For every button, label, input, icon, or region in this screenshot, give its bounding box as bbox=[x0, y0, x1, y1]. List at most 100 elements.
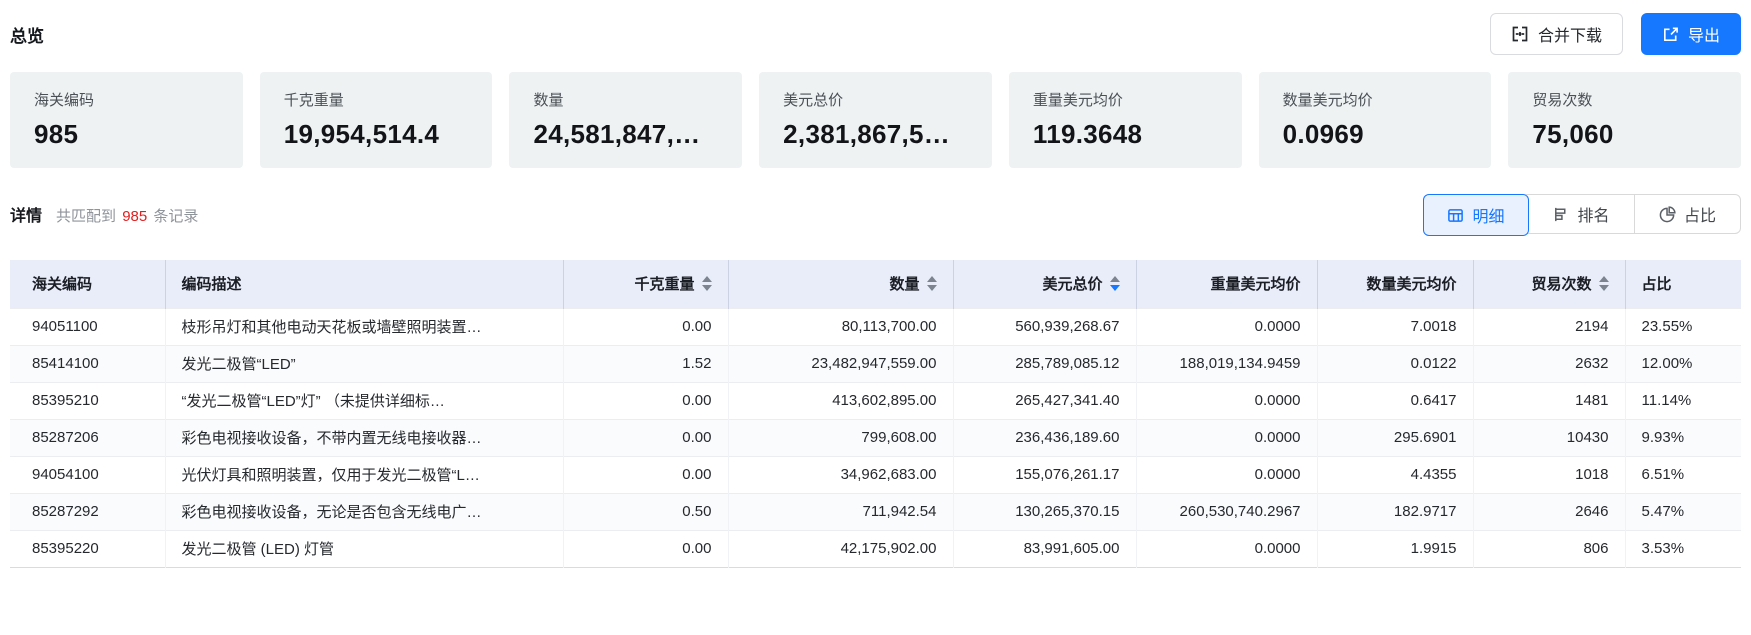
tab-ranking[interactable]: 排名 bbox=[1528, 195, 1634, 233]
page-title: 总览 bbox=[10, 22, 44, 47]
sort-asc-icon[interactable] bbox=[702, 276, 712, 282]
sort-asc-icon[interactable] bbox=[1599, 276, 1609, 282]
tab-proportion[interactable]: 占比 bbox=[1634, 195, 1740, 233]
match-suffix: 条记录 bbox=[153, 208, 198, 225]
sort-desc-icon[interactable] bbox=[702, 285, 712, 291]
table-row[interactable]: 85395210“发光二极管“LED”灯” （未提供详细标…0.00413,60… bbox=[10, 382, 1741, 419]
table-cell: 799,608.00 bbox=[728, 419, 953, 456]
column-header: 占比 bbox=[1625, 260, 1741, 308]
table-cell: 0.0000 bbox=[1136, 419, 1317, 456]
stat-value: 19,954,514.4 bbox=[284, 119, 469, 150]
column-header[interactable]: 美元总价 bbox=[953, 260, 1136, 308]
table-cell: 枝形吊灯和其他电动天花板或墙壁照明装置… bbox=[165, 308, 563, 345]
merge-cells-icon bbox=[1511, 25, 1529, 43]
stat-card-quantity: 数量 24,581,847,… bbox=[509, 72, 742, 168]
table-cell: 0.00 bbox=[563, 419, 728, 456]
stat-value: 119.3648 bbox=[1033, 119, 1218, 150]
tab-label: 排名 bbox=[1577, 202, 1609, 226]
pie-chart-icon bbox=[1659, 206, 1676, 223]
column-label: 数量 bbox=[889, 273, 919, 294]
table-cell: 彩色电视接收设备，无论是否包含无线电广… bbox=[165, 493, 563, 530]
column-header: 重量美元均价 bbox=[1136, 260, 1317, 308]
sort-carets[interactable] bbox=[1110, 276, 1120, 291]
table-cell: 34,962,683.00 bbox=[728, 456, 953, 493]
match-record-text: 共匹配到 985 条记录 bbox=[56, 205, 198, 226]
table-cell: 155,076,261.17 bbox=[953, 456, 1136, 493]
table-cell: 85287292 bbox=[10, 493, 165, 530]
stats-row: 海关编码 985 千克重量 19,954,514.4 数量 24,581,847… bbox=[10, 72, 1741, 168]
column-header[interactable]: 千克重量 bbox=[563, 260, 728, 308]
sort-desc-icon[interactable] bbox=[1599, 285, 1609, 291]
table-cell: 0.0000 bbox=[1136, 530, 1317, 567]
table-row[interactable]: 85287206彩色电视接收设备，不带内置无线电接收器…0.00799,608.… bbox=[10, 419, 1741, 456]
table-cell: 3.53% bbox=[1625, 530, 1741, 567]
table-row[interactable]: 94051100枝形吊灯和其他电动天花板或墙壁照明装置…0.0080,113,7… bbox=[10, 308, 1741, 345]
details-bar: 详情 共匹配到 985 条记录 明细 bbox=[10, 194, 1741, 234]
merge-download-label: 合并下载 bbox=[1538, 22, 1602, 46]
table-cell: 1018 bbox=[1473, 456, 1625, 493]
sort-carets[interactable] bbox=[1599, 276, 1609, 291]
stat-card-kg-weight: 千克重量 19,954,514.4 bbox=[260, 72, 493, 168]
stat-card-usd-per-weight: 重量美元均价 119.3648 bbox=[1009, 72, 1242, 168]
table-cell: 560,939,268.67 bbox=[953, 308, 1136, 345]
stat-card-usd-per-quantity: 数量美元均价 0.0969 bbox=[1259, 72, 1492, 168]
stat-label: 海关编码 bbox=[34, 89, 219, 110]
table-cell: 130,265,370.15 bbox=[953, 493, 1136, 530]
table-icon bbox=[1447, 207, 1464, 224]
table-cell: 182.9717 bbox=[1317, 493, 1473, 530]
table-cell: 0.0000 bbox=[1136, 308, 1317, 345]
table-cell: 0.0000 bbox=[1136, 456, 1317, 493]
sort-desc-icon[interactable] bbox=[927, 285, 937, 291]
column-label: 贸易次数 bbox=[1531, 273, 1591, 294]
table-cell: 295.6901 bbox=[1317, 419, 1473, 456]
match-prefix: 共匹配到 bbox=[56, 208, 116, 225]
table-cell: 236,436,189.60 bbox=[953, 419, 1136, 456]
details-title: 详情 bbox=[10, 202, 42, 226]
table-body: 94051100枝形吊灯和其他电动天花板或墙壁照明装置…0.0080,113,7… bbox=[10, 308, 1741, 567]
export-label: 导出 bbox=[1688, 22, 1720, 46]
table-cell: 0.0122 bbox=[1317, 345, 1473, 382]
column-label: 海关编码 bbox=[32, 273, 92, 294]
sort-desc-icon[interactable] bbox=[1110, 285, 1120, 291]
table-cell: 发光二极管“LED” bbox=[165, 345, 563, 382]
tab-detail[interactable]: 明细 bbox=[1423, 194, 1529, 236]
sort-carets[interactable] bbox=[702, 276, 712, 291]
table-cell: 4.4355 bbox=[1317, 456, 1473, 493]
table-row[interactable]: 85287292彩色电视接收设备，无论是否包含无线电广…0.50711,942.… bbox=[10, 493, 1741, 530]
top-actions: 合并下载 导出 bbox=[1490, 13, 1741, 55]
ranking-icon bbox=[1552, 206, 1569, 223]
table-cell: 1.52 bbox=[563, 345, 728, 382]
export-button[interactable]: 导出 bbox=[1641, 13, 1741, 55]
table-cell: 7.0018 bbox=[1317, 308, 1473, 345]
table-cell: 发光二极管 (LED) 灯管 bbox=[165, 530, 563, 567]
stat-value: 985 bbox=[34, 119, 219, 150]
column-header: 海关编码 bbox=[10, 260, 165, 308]
stat-label: 贸易次数 bbox=[1532, 89, 1717, 110]
table-cell: 0.00 bbox=[563, 308, 728, 345]
column-header[interactable]: 数量 bbox=[728, 260, 953, 308]
table-cell: 94054100 bbox=[10, 456, 165, 493]
merge-download-button[interactable]: 合并下载 bbox=[1490, 13, 1623, 55]
sort-asc-icon[interactable] bbox=[1110, 276, 1120, 282]
tab-label: 占比 bbox=[1684, 202, 1716, 226]
column-label: 占比 bbox=[1642, 273, 1672, 294]
page: 总览 合并下载 bbox=[0, 12, 1751, 568]
sort-asc-icon[interactable] bbox=[927, 276, 937, 282]
column-header: 数量美元均价 bbox=[1317, 260, 1473, 308]
sort-carets[interactable] bbox=[927, 276, 937, 291]
table-cell: 0.6417 bbox=[1317, 382, 1473, 419]
table-cell: 94051100 bbox=[10, 308, 165, 345]
table-cell: 42,175,902.00 bbox=[728, 530, 953, 567]
top-bar: 总览 合并下载 bbox=[10, 12, 1741, 56]
stat-label: 数量 bbox=[533, 89, 718, 110]
table-row[interactable]: 85414100发光二极管“LED”1.5223,482,947,559.002… bbox=[10, 345, 1741, 382]
column-header[interactable]: 贸易次数 bbox=[1473, 260, 1625, 308]
table-row[interactable]: 85395220发光二极管 (LED) 灯管0.0042,175,902.008… bbox=[10, 530, 1741, 567]
stat-value: 0.0969 bbox=[1283, 119, 1468, 150]
table-cell: 85287206 bbox=[10, 419, 165, 456]
table-cell: 11.14% bbox=[1625, 382, 1741, 419]
stat-label: 重量美元均价 bbox=[1033, 89, 1218, 110]
table-row[interactable]: 94054100光伏灯具和照明装置，仅用于发光二极管“L…0.0034,962,… bbox=[10, 456, 1741, 493]
table-cell: 12.00% bbox=[1625, 345, 1741, 382]
column-label: 美元总价 bbox=[1042, 273, 1102, 294]
